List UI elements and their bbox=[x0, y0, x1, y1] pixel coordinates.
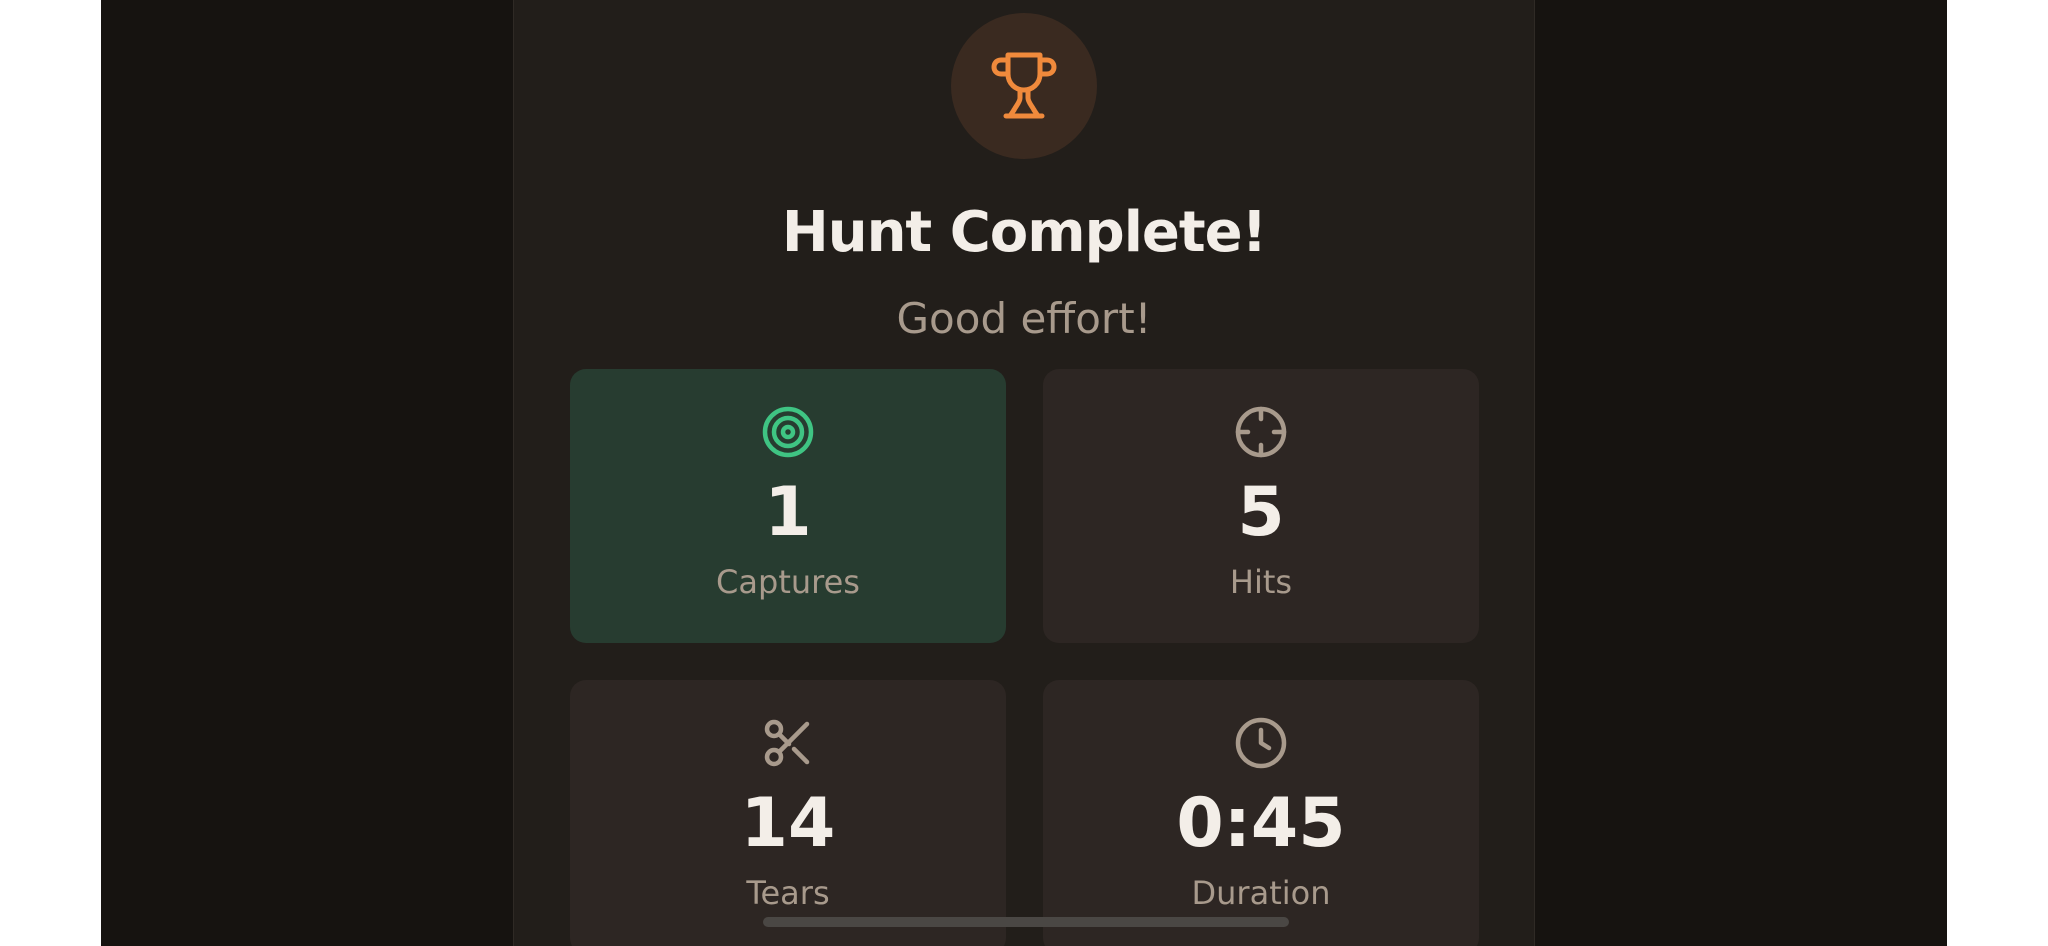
crosshair-icon bbox=[1235, 406, 1287, 458]
results-screen: Hunt Complete! Good effort! 1 Captures 5… bbox=[513, 0, 1535, 946]
stat-card-tears: 14 Tears bbox=[570, 680, 1006, 946]
stat-label: Tears bbox=[746, 874, 830, 912]
stat-label: Captures bbox=[716, 563, 860, 601]
stat-value: 5 bbox=[1237, 473, 1285, 552]
stat-card-captures: 1 Captures bbox=[570, 369, 1006, 643]
trophy-badge bbox=[951, 13, 1097, 159]
target-icon bbox=[762, 406, 814, 458]
stat-card-hits: 5 Hits bbox=[1043, 369, 1479, 643]
stat-card-duration: 0:45 Duration bbox=[1043, 680, 1479, 946]
stat-label: Duration bbox=[1191, 874, 1331, 912]
stat-value: 0:45 bbox=[1176, 784, 1346, 863]
stat-value: 14 bbox=[740, 784, 836, 863]
app-viewport: Hunt Complete! Good effort! 1 Captures 5… bbox=[101, 0, 1947, 946]
stat-label: Hits bbox=[1229, 563, 1293, 601]
home-indicator[interactable] bbox=[763, 917, 1289, 927]
trophy-icon bbox=[991, 52, 1057, 119]
scissors-icon bbox=[764, 719, 810, 767]
clock-icon bbox=[1235, 717, 1287, 769]
page-subtitle: Good effort! bbox=[896, 294, 1152, 343]
stat-value: 1 bbox=[764, 473, 812, 552]
page-title: Hunt Complete! bbox=[781, 200, 1267, 265]
